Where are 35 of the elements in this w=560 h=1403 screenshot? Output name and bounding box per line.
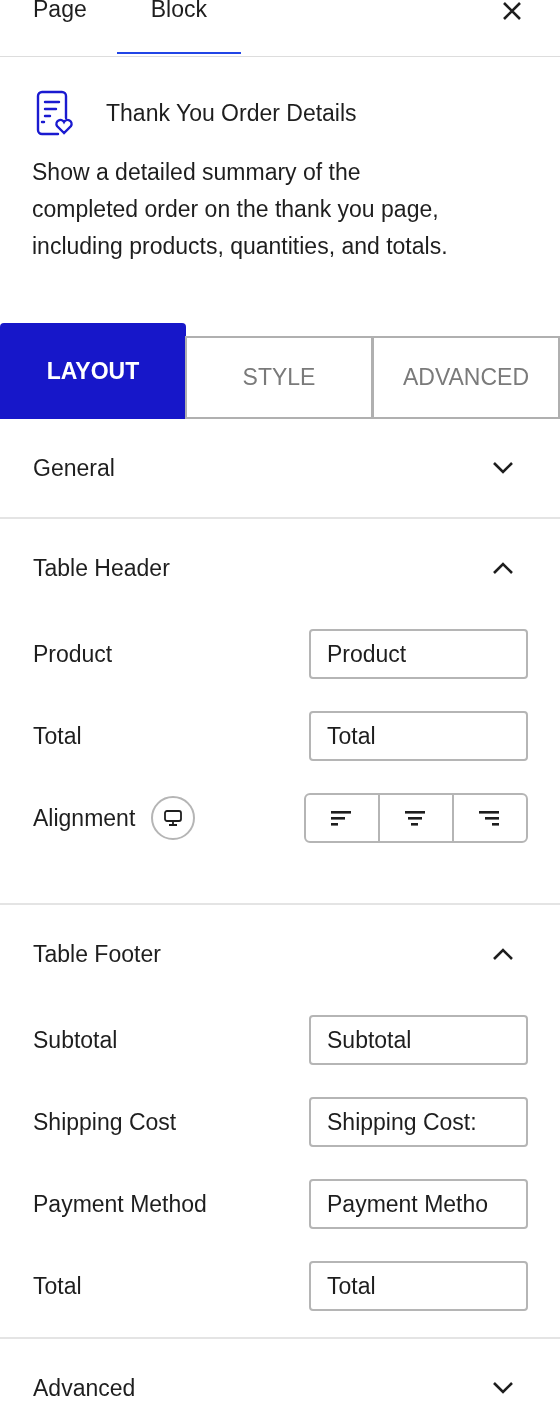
section-title[interactable]: Table Header: [33, 550, 170, 586]
text-field[interactable]: Subtotal: [309, 1015, 528, 1065]
chevron-down-icon[interactable]: [492, 461, 514, 475]
settings-tab[interactable]: STYLE: [185, 336, 373, 419]
panel-tab[interactable]: Block: [116, 0, 241, 54]
panel-tab[interactable]: Page: [33, 0, 87, 54]
settings-tab[interactable]: LAYOUT: [0, 323, 186, 419]
text-field[interactable]: Product: [309, 629, 528, 679]
text-field[interactable]: Total: [309, 1261, 528, 1311]
close-icon[interactable]: [501, 0, 523, 22]
section-title[interactable]: General: [33, 450, 115, 486]
chevron-up-icon[interactable]: [492, 947, 514, 961]
field-label: Subtotal: [33, 1025, 118, 1055]
text-field[interactable]: Total: [309, 711, 528, 761]
field-label: Total: [33, 721, 82, 751]
field-label: Product: [33, 639, 113, 669]
text-field[interactable]: Payment Metho: [309, 1179, 528, 1229]
field-label: Total: [33, 1271, 82, 1301]
chevron-up-icon[interactable]: [492, 561, 514, 575]
align-left-icon: [331, 810, 353, 826]
field-label: Shipping Cost: [33, 1107, 177, 1137]
chevron-down-icon[interactable]: [492, 1381, 514, 1395]
field-label: Alignment: [33, 803, 136, 833]
section-title[interactable]: Table Footer: [33, 936, 161, 972]
text-field[interactable]: Shipping Cost:: [309, 1097, 528, 1147]
alignment-button-group[interactable]: [304, 793, 528, 843]
align-center-icon: [405, 810, 427, 826]
block-title: Thank You Order Details: [106, 98, 357, 128]
receipt-heart-icon: [36, 90, 74, 136]
field-label: Payment Method: [33, 1189, 207, 1219]
settings-tab[interactable]: ADVANCED: [372, 336, 560, 419]
desktop-device-icon[interactable]: [151, 796, 196, 840]
block-description: Show a detailed summary of the completed order on the thank you page, including products, quantities, and totals.: [32, 158, 449, 261]
align-right-icon: [479, 810, 501, 826]
section-title[interactable]: Advanced: [33, 1370, 136, 1403]
